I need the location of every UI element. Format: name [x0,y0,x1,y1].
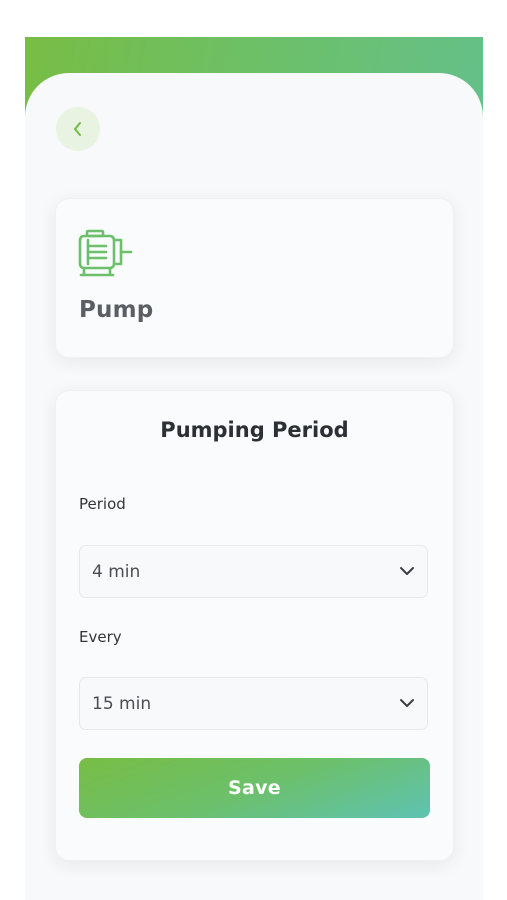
chevron-down-icon [400,699,414,707]
device-name: Pump [79,297,154,323]
every-label: Every [79,628,122,646]
period-value: 4 min [92,562,141,582]
save-button[interactable]: Save [79,758,430,818]
section-title: Pumping Period [160,418,349,442]
period-label: Period [79,495,126,513]
every-value: 15 min [92,694,152,714]
app-screen: Pump Pumping Period Period 4 min Every 1… [25,37,483,900]
chevron-down-icon [400,567,414,575]
motor-pump-icon [78,229,133,277]
period-select[interactable]: 4 min [79,545,428,598]
device-card: Pump [55,198,454,358]
pumping-period-card: Pumping Period Period 4 min Every 15 min… [55,390,454,861]
every-select[interactable]: 15 min [79,677,428,730]
chevron-left-icon [74,122,81,136]
back-button[interactable] [56,107,100,151]
